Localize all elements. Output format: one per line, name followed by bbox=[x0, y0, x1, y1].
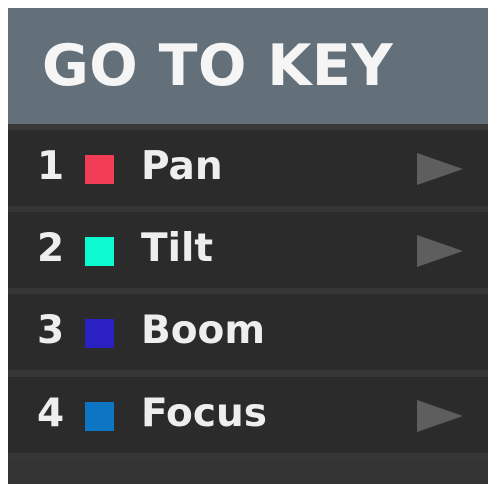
color-swatch bbox=[85, 319, 114, 348]
key-row-focus[interactable]: 4 Focus bbox=[8, 377, 488, 453]
key-number: 1 bbox=[37, 144, 65, 189]
key-label: Focus bbox=[141, 391, 267, 436]
key-label: Pan bbox=[141, 144, 223, 189]
key-row-boom[interactable]: 3 Boom bbox=[8, 294, 488, 370]
key-label: Tilt bbox=[141, 226, 213, 271]
key-number: 4 bbox=[37, 391, 65, 436]
key-number: 3 bbox=[37, 308, 65, 353]
color-swatch bbox=[85, 155, 114, 184]
color-swatch bbox=[85, 402, 114, 431]
key-number: 2 bbox=[37, 226, 65, 271]
panel-footer bbox=[8, 459, 488, 484]
go-to-key-panel: GO TO KEY 1 Pan 2 Tilt 3 Boom 4 Focus bbox=[8, 8, 488, 484]
play-arrow-icon[interactable] bbox=[417, 153, 463, 185]
key-row-pan[interactable]: 1 Pan bbox=[8, 130, 488, 206]
panel-header: GO TO KEY bbox=[8, 8, 488, 124]
key-label: Boom bbox=[141, 308, 265, 353]
key-row-tilt[interactable]: 2 Tilt bbox=[8, 212, 488, 288]
color-swatch bbox=[85, 237, 114, 266]
play-arrow-icon[interactable] bbox=[417, 400, 463, 432]
play-arrow-icon[interactable] bbox=[417, 235, 463, 267]
panel-title: GO TO KEY bbox=[42, 33, 394, 99]
